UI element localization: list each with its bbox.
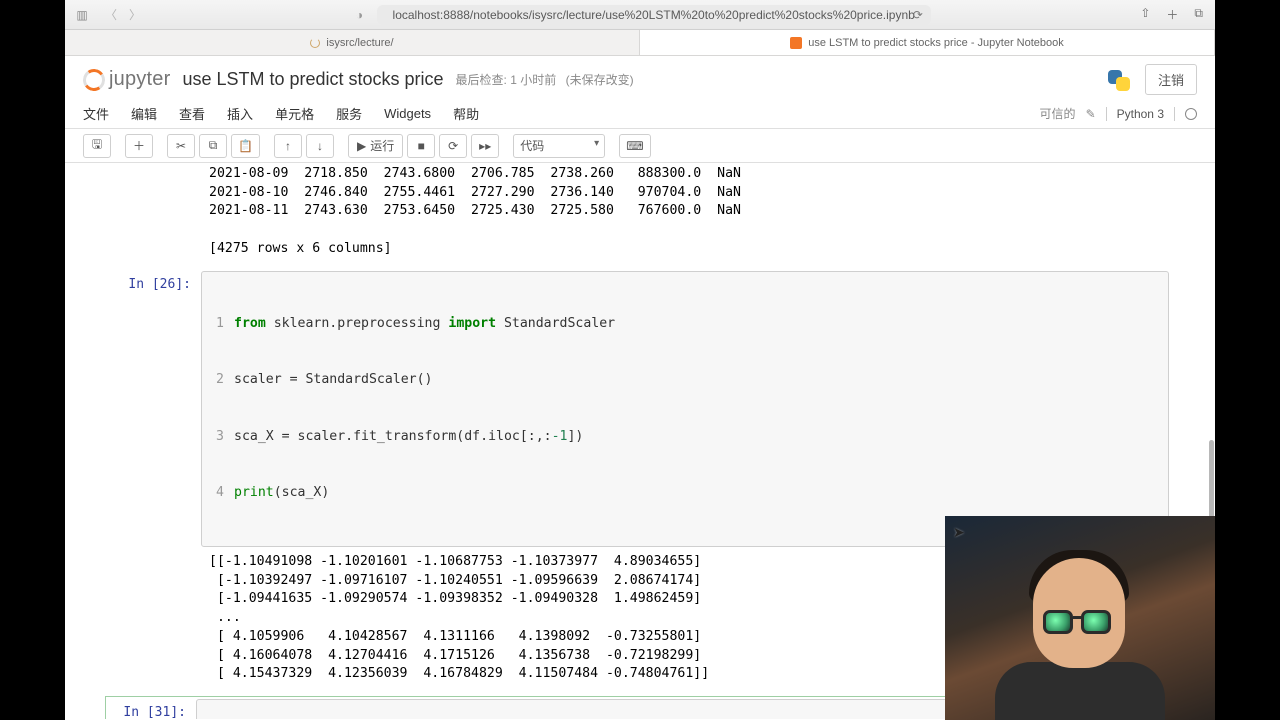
unsaved-changes: (未保存改变) [566,73,634,87]
jupyter-header: jupyter use LSTM to predict stocks price… [65,56,1215,99]
menu-widgets[interactable]: Widgets [384,106,431,121]
input-prompt: In [26]: [111,271,201,292]
jupyter-favicon-icon [790,37,802,49]
copy-button[interactable]: ⧉ [199,134,227,158]
share-icon[interactable]: ⇧ [1140,6,1150,23]
nav-forward-icon: 〉 [129,6,141,23]
tok: (sca_X) [274,485,330,500]
tok: ]) [567,429,583,444]
edit-icon[interactable]: ✎ [1086,107,1096,121]
nav-back-icon[interactable]: 〈 [105,6,117,23]
interrupt-button[interactable]: ■ [407,134,435,158]
sidebar-toggle-icon[interactable]: ▥ [73,8,91,22]
kw-from: from [234,316,266,331]
reload-icon[interactable]: ⟳ [913,8,923,22]
address-bar[interactable]: localhost:8888/notebooks/isysrc/lecture/… [377,5,931,25]
last-checkpoint: 最后检查: 1 小时前 [456,73,557,87]
menu-cell[interactable]: 单元格 [275,104,314,123]
browser-toolbar: ▥ 〈 〉 ◑ localhost:8888/notebooks/isysrc/… [65,0,1215,30]
save-button[interactable]: 🖫 [83,134,111,158]
paste-button[interactable]: 📋 [231,134,260,158]
move-up-button[interactable]: ↑ [274,134,302,158]
jupyter-logo-icon [81,67,106,92]
browser-tab-active[interactable]: use LSTM to predict stocks price - Jupyt… [640,30,1215,55]
presenter-figure [995,530,1165,720]
kw-import: import [448,316,496,331]
menu-insert[interactable]: 插入 [227,104,253,123]
browser-tab-loading[interactable]: isysrc/lecture/ [65,30,640,55]
tok: StandardScaler [496,316,615,331]
restart-button[interactable]: ⟳ [439,134,467,158]
cut-button[interactable]: ✂ [167,134,195,158]
new-tab-icon[interactable]: ＋ [1166,6,1178,23]
move-down-button[interactable]: ↓ [306,134,334,158]
logout-button[interactable]: 注销 [1145,64,1197,95]
address-url: localhost:8888/notebooks/isysrc/lecture/… [393,8,915,22]
toolbar: 🖫 ＋ ✂ ⧉ 📋 ↑ ↓ ▶ 运行 ■ ⟳ ▸▸ 代码 ⌨ [65,129,1215,163]
menu-view[interactable]: 查看 [179,104,205,123]
tok-num: -1 [552,429,568,444]
python-logo-icon [1105,66,1133,94]
command-palette-button[interactable]: ⌨ [619,134,650,158]
tok: sca_X = scaler.fit_transform(df.iloc[:,: [234,429,552,444]
shield-icon[interactable]: ◑ [351,8,369,22]
kernel-idle-icon [1185,108,1197,120]
menubar: 文件 编辑 查看 插入 单元格 服务 Widgets 帮助 可信的 ✎ Pyth… [65,99,1215,129]
cell-output-dataframe-tail: 2021-08-09 2718.850 2743.6800 2706.785 2… [201,163,1169,267]
webcam-overlay: ➤ [945,516,1215,720]
insert-cell-button[interactable]: ＋ [125,134,153,158]
celltype-select[interactable]: 代码 [513,134,605,158]
spinner-icon [310,38,320,48]
menu-edit[interactable]: 编辑 [131,104,157,123]
code-line: scaler = StandardScaler() [234,371,1160,390]
tab-label: use LSTM to predict stocks price - Jupyt… [808,37,1064,49]
kernel-name[interactable]: Python 3 [1106,107,1175,121]
checkpoint-status: 最后检查: 1 小时前 (未保存改变) [456,71,634,88]
jupyter-logo-text: jupyter [109,68,170,91]
input-prompt: In [31]: [106,699,196,719]
jupyter-logo[interactable]: jupyter [83,68,170,91]
tok-builtin: print [234,485,274,500]
trusted-label[interactable]: 可信的 [1040,105,1076,122]
restart-run-all-button[interactable]: ▸▸ [471,134,499,158]
celltype-select-wrap[interactable]: 代码 [513,134,605,158]
run-button[interactable]: ▶ 运行 [348,134,403,158]
menu-kernel[interactable]: 服务 [336,104,362,123]
menu-help[interactable]: 帮助 [453,104,479,123]
cursor-icon: ➤ [953,524,965,541]
tab-overview-icon[interactable]: ⧉ [1194,6,1203,23]
code-input-area[interactable]: 1from sklearn.preprocessing import Stand… [201,271,1169,547]
tab-strip: isysrc/lecture/ use LSTM to predict stoc… [65,30,1215,56]
menu-file[interactable]: 文件 [83,104,109,123]
tok: sklearn.preprocessing [266,316,449,331]
tab-label: isysrc/lecture/ [326,37,393,49]
notebook-title[interactable]: use LSTM to predict stocks price [182,69,443,90]
run-label: 运行 [370,137,394,154]
